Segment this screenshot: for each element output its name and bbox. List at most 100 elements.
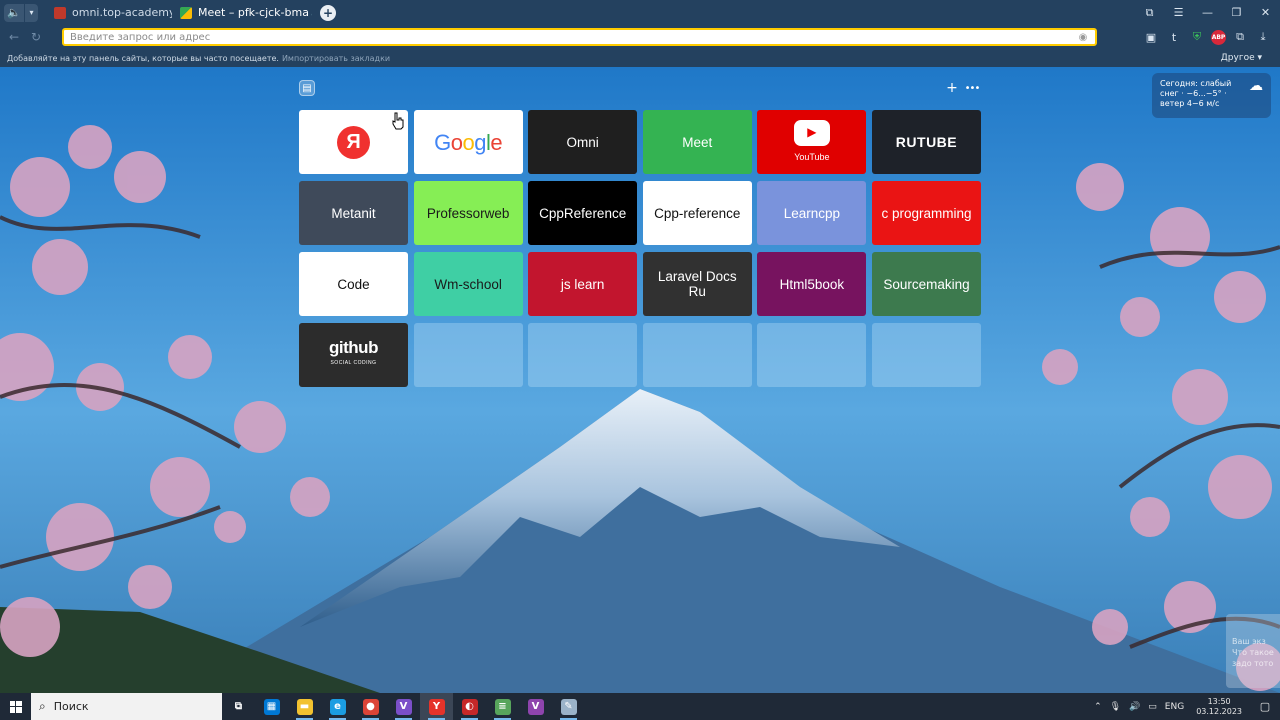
volume-icon[interactable]: 🔊 <box>1129 702 1140 712</box>
taskbar-visual-studio-2[interactable]: V <box>519 693 552 720</box>
taskbar-store[interactable]: ▦ <box>255 693 288 720</box>
speaker-icon[interactable]: 🔈 <box>4 4 24 22</box>
tile-youtube[interactable]: ▶ YouTube <box>757 110 867 174</box>
tile-label: c programming <box>881 205 972 221</box>
tile-label: Sourcemaking <box>883 276 970 292</box>
tile-laravel-docs[interactable]: Laravel Docs Ru <box>642 252 752 316</box>
tab-omni[interactable]: omni.top-academy.ru/#/p <box>46 0 172 25</box>
search-icon: ⌕ <box>39 699 46 713</box>
language-indicator[interactable]: ENG <box>1165 702 1184 712</box>
tile-label: Metanit <box>331 205 376 221</box>
tile-metanit[interactable]: Metanit <box>299 181 408 245</box>
back-icon[interactable]: ← <box>6 30 22 44</box>
tile-github[interactable]: github SOCIAL CODING <box>299 323 408 387</box>
system-tray: ⌃ 🎙 🔊 ▭ ENG 13:50 03.12.2023 ▢ <box>1090 693 1280 720</box>
tile-professorweb[interactable]: Professorweb <box>413 181 523 245</box>
tile-wm-school[interactable]: Wm-school <box>413 252 523 316</box>
camera-search-icon[interactable]: ◉ <box>1075 32 1091 43</box>
tile-c-programming[interactable]: c programming <box>871 181 981 245</box>
close-window-icon[interactable]: ✕ <box>1251 0 1280 25</box>
clock-time: 13:50 <box>1207 696 1231 706</box>
new-tab-button[interactable]: + <box>320 4 336 21</box>
chevron-down-icon[interactable]: ▾ <box>24 3 38 22</box>
hand-cursor-icon <box>391 112 405 133</box>
minimize-icon[interactable]: — <box>1193 0 1222 25</box>
empty-tile[interactable] <box>757 323 867 387</box>
add-tile-icon[interactable]: + <box>944 80 960 96</box>
clock-date: 03.12.2023 <box>1196 706 1242 716</box>
menu-icon[interactable]: ☰ <box>1164 0 1193 25</box>
empty-tile[interactable] <box>642 323 752 387</box>
taskbar-chrome[interactable]: ● <box>354 693 387 720</box>
tile-html5book[interactable]: Html5book <box>757 252 867 316</box>
shield-icon[interactable]: ⛨ <box>1188 28 1206 46</box>
taskbar-task-view[interactable]: ⧉ <box>222 693 255 720</box>
empty-tile[interactable] <box>413 323 523 387</box>
google-letter: o <box>462 129 475 155</box>
tile-js-learn[interactable]: js learn <box>528 252 638 316</box>
tab-audio-control[interactable]: 🔈 ▾ <box>4 3 38 22</box>
tile-sourcemaking[interactable]: Sourcemaking <box>871 252 981 316</box>
visual-studio-2-icon: V <box>527 698 544 715</box>
qr-icon[interactable]: ▣ <box>1142 28 1160 46</box>
navigation-bar: ← ↻ ◉ ▣ t ⛨ ABP ⧉ ⤓ <box>0 25 1280 49</box>
tile-label: Learncpp <box>783 205 841 221</box>
maximize-icon[interactable]: ❐ <box>1222 0 1251 25</box>
more-icon[interactable]: ••• <box>964 80 981 96</box>
address-bar[interactable]: ◉ <box>62 28 1097 46</box>
gallery-icon[interactable]: ▤ <box>299 80 315 96</box>
address-input[interactable] <box>64 30 1075 44</box>
clock[interactable]: 13:50 03.12.2023 <box>1196 697 1242 717</box>
notification-icon[interactable]: ▢ <box>1254 700 1276 713</box>
google-letter: e <box>490 129 503 155</box>
tile-cpp-reference[interactable]: Cpp-reference <box>642 181 752 245</box>
import-bookmarks-link[interactable]: Импортировать закладки <box>282 54 390 63</box>
taskbar-yandex-browser[interactable]: Y <box>420 693 453 720</box>
file-explorer-icon: ▬ <box>296 698 313 715</box>
tile-rutube[interactable]: RUTUBE <box>871 110 981 174</box>
google-letter: g <box>474 129 486 155</box>
tile-cppreference[interactable]: CppReference <box>528 181 638 245</box>
tile-code[interactable]: Code <box>299 252 408 316</box>
network-icon[interactable]: ▭ <box>1148 702 1157 712</box>
tile-label: Code <box>337 276 370 292</box>
download-icon[interactable]: ⤓ <box>1254 28 1272 46</box>
start-button[interactable] <box>0 693 31 720</box>
tile-learncpp[interactable]: Learncpp <box>757 181 867 245</box>
search-placeholder: Поиск <box>53 700 89 713</box>
weather-text: Сегодня: слабый снег · −6...−5° · ветер … <box>1160 79 1232 108</box>
tab-favicon <box>54 6 66 19</box>
tile-meet[interactable]: Meet <box>642 110 752 174</box>
speaker-icon[interactable]: 🔊 <box>311 7 312 18</box>
notification-toast[interactable]: Ваш экз Что такое задо тото <box>1226 614 1280 688</box>
tumblr-icon[interactable]: t <box>1165 28 1183 46</box>
taskbar-search[interactable]: ⌕ Поиск <box>31 693 222 720</box>
microphone-icon[interactable]: 🎙 <box>1110 702 1121 712</box>
tile-sublabel: SOCIAL CODING <box>330 359 377 366</box>
collections-icon[interactable]: ⧉ <box>1135 0 1164 25</box>
taskbar-music-app[interactable]: ◐ <box>453 693 486 720</box>
extensions-area: ▣ t ⛨ ABP ⧉ ⤓ <box>1142 28 1272 46</box>
snow-cloud-icon: ☁ <box>1249 78 1263 94</box>
taskbar-edge[interactable]: e <box>321 693 354 720</box>
tile-label: RUTUBE <box>895 133 958 150</box>
tab-meet[interactable]: Meet – pfk-cjck-bma 🔊 ✕ <box>172 0 312 25</box>
empty-tile[interactable] <box>871 323 981 387</box>
empty-tile[interactable] <box>528 323 638 387</box>
google-letter: G <box>434 129 451 155</box>
tile-omni[interactable]: Omni <box>528 110 638 174</box>
other-bookmarks-button[interactable]: Другое ▾ <box>1221 53 1262 63</box>
collections-icon[interactable]: ⧉ <box>1231 28 1249 46</box>
taskbar-visual-studio[interactable]: V <box>387 693 420 720</box>
reload-icon[interactable]: ↻ <box>28 30 44 44</box>
weather-widget[interactable]: Сегодня: слабый снег · −6...−5° · ветер … <box>1152 73 1271 118</box>
toast-line: Что такое <box>1232 648 1274 657</box>
tile-label: Google <box>434 131 503 153</box>
bookmarks-hint: Добавляйте на эту панель сайты, которые … <box>7 53 279 63</box>
adblock-icon[interactable]: ABP <box>1211 29 1226 45</box>
chevron-up-icon[interactable]: ⌃ <box>1094 702 1102 712</box>
taskbar-paint[interactable]: ✎ <box>552 693 585 720</box>
taskbar-file-explorer[interactable]: ▬ <box>288 693 321 720</box>
taskbar-notepad[interactable]: ≡ <box>486 693 519 720</box>
tile-google[interactable]: Google <box>413 110 523 174</box>
